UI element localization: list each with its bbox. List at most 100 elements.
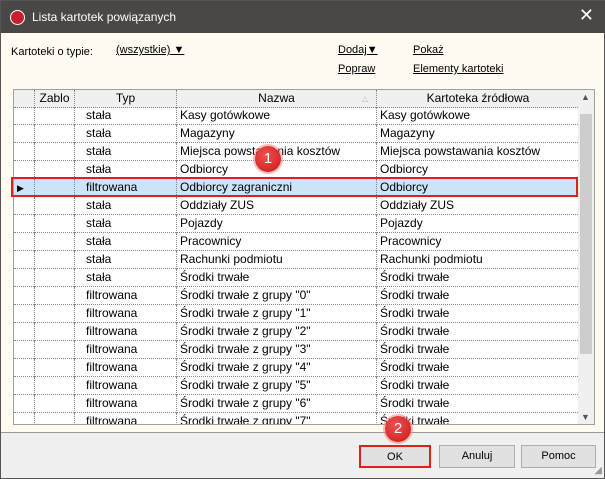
column-header-name[interactable]: Nazwa △	[177, 90, 377, 108]
source-cell: Kasy gotówkowe	[377, 107, 580, 125]
row-indicator[interactable]	[14, 215, 35, 233]
step-badge-1: 1	[255, 146, 281, 172]
blocked-cell	[35, 143, 75, 161]
blocked-cell	[35, 125, 75, 143]
close-icon[interactable]: ✕	[579, 5, 594, 26]
column-header-selector	[14, 90, 35, 108]
row-indicator[interactable]	[14, 377, 35, 395]
table-row[interactable]: stała Kasy gotówkowe Kasy gotówkowe	[14, 107, 580, 125]
table-row[interactable]: stała Rachunki podmiotu Rachunki podmiot…	[14, 251, 580, 269]
table-row[interactable]: filtrowana Środki trwałe z grupy "3" Śro…	[14, 341, 580, 359]
source-cell: Środki trwałe	[377, 341, 580, 359]
blocked-cell	[35, 215, 75, 233]
blocked-cell	[35, 269, 75, 287]
filter-value: (wszystkie)	[116, 44, 171, 56]
window-title: Lista kartotek powiązanych	[32, 10, 177, 24]
add-link[interactable]: Dodaj▼	[338, 44, 378, 56]
selected-row-highlight	[11, 177, 578, 197]
row-indicator[interactable]	[14, 413, 35, 424]
scrollbar-thumb[interactable]	[580, 114, 592, 354]
row-indicator[interactable]	[14, 143, 35, 161]
blocked-cell	[35, 395, 75, 413]
table-header: Zablo Typ Nazwa △ Kartoteka źródłowa	[14, 90, 580, 108]
table-row[interactable]: filtrowana Środki trwałe z grupy "0" Śro…	[14, 287, 580, 305]
filter-label: Kartoteki o typie:	[11, 46, 93, 58]
show-link[interactable]: Pokaż	[413, 44, 444, 56]
table-row[interactable]: filtrowana Środki trwałe z grupy "5" Śro…	[14, 377, 580, 395]
row-indicator[interactable]	[14, 251, 35, 269]
scroll-down-icon[interactable]: ▼	[581, 412, 590, 422]
scroll-up-icon[interactable]: ▲	[581, 92, 590, 102]
dropdown-arrow-icon: ▼	[173, 44, 185, 56]
row-indicator[interactable]	[14, 341, 35, 359]
name-cell: Oddziały ZUS	[177, 197, 377, 215]
row-indicator[interactable]	[14, 395, 35, 413]
add-label: Dodaj	[338, 44, 367, 56]
name-cell: Pojazdy	[177, 215, 377, 233]
title-bar: Lista kartotek powiązanych ✕	[1, 1, 605, 33]
type-cell: filtrowana	[75, 287, 177, 305]
name-cell: Środki trwałe z grupy "0"	[177, 287, 377, 305]
row-indicator[interactable]	[14, 269, 35, 287]
type-cell: stała	[75, 269, 177, 287]
type-cell: filtrowana	[75, 377, 177, 395]
source-cell: Pojazdy	[377, 215, 580, 233]
source-cell: Oddziały ZUS	[377, 197, 580, 215]
ok-button[interactable]: OK	[359, 445, 431, 468]
table-row[interactable]: stała Środki trwałe Środki trwałe	[14, 269, 580, 287]
row-indicator[interactable]	[14, 359, 35, 377]
name-cell: Środki trwałe z grupy "2"	[177, 323, 377, 341]
elements-link[interactable]: Elementy kartoteki	[413, 63, 503, 75]
table-row[interactable]: stała Oddziały ZUS Oddziały ZUS	[14, 197, 580, 215]
blocked-cell	[35, 305, 75, 323]
source-cell: Środki trwałe	[377, 305, 580, 323]
blocked-cell	[35, 197, 75, 215]
column-name-label: Nazwa	[258, 91, 295, 105]
table-row[interactable]: filtrowana Środki trwałe z grupy "4" Śro…	[14, 359, 580, 377]
row-indicator[interactable]	[14, 197, 35, 215]
table-row[interactable]: filtrowana Środki trwałe z grupy "7" Śro…	[14, 413, 580, 424]
source-cell: Środki trwałe	[377, 269, 580, 287]
type-cell: filtrowana	[75, 341, 177, 359]
blocked-cell	[35, 323, 75, 341]
type-cell: filtrowana	[75, 395, 177, 413]
table-row[interactable]: stała Pracownicy Pracownicy	[14, 233, 580, 251]
source-cell: Magazyny	[377, 125, 580, 143]
help-button[interactable]: Pomoc	[521, 445, 596, 468]
edit-link[interactable]: Popraw	[338, 63, 375, 75]
resize-grip-icon[interactable]: ◢	[594, 465, 602, 476]
filter-dropdown[interactable]: (wszystkie) ▼	[116, 44, 184, 56]
table-row[interactable]: stała Magazyny Magazyny	[14, 125, 580, 143]
type-cell: filtrowana	[75, 305, 177, 323]
cancel-button[interactable]: Anuluj	[439, 445, 515, 468]
name-cell: Środki trwałe z grupy "7"	[177, 413, 377, 424]
source-cell: Pracownicy	[377, 233, 580, 251]
table-row[interactable]: filtrowana Środki trwałe z grupy "6" Śro…	[14, 395, 580, 413]
name-cell: Pracownicy	[177, 233, 377, 251]
table-row[interactable]: stała Miejsca powstawania kosztów Miejsc…	[14, 143, 580, 161]
blocked-cell	[35, 359, 75, 377]
type-cell: stała	[75, 125, 177, 143]
type-cell: filtrowana	[75, 323, 177, 341]
name-cell: Środki trwałe z grupy "5"	[177, 377, 377, 395]
table-row[interactable]: stała Pojazdy Pojazdy	[14, 215, 580, 233]
blocked-cell	[35, 251, 75, 269]
row-indicator[interactable]	[14, 233, 35, 251]
table-row[interactable]: filtrowana Środki trwałe z grupy "2" Śro…	[14, 323, 580, 341]
name-cell: Magazyny	[177, 125, 377, 143]
row-indicator[interactable]	[14, 125, 35, 143]
row-indicator[interactable]	[14, 107, 35, 125]
column-header-blocked[interactable]: Zablo	[35, 90, 75, 108]
column-header-type[interactable]: Typ	[75, 90, 177, 108]
row-indicator[interactable]	[14, 287, 35, 305]
name-cell: Kasy gotówkowe	[177, 107, 377, 125]
row-indicator[interactable]	[14, 323, 35, 341]
name-cell: Środki trwałe z grupy "1"	[177, 305, 377, 323]
app-logo-icon	[10, 10, 25, 25]
blocked-cell	[35, 377, 75, 395]
vertical-scrollbar[interactable]: ▲ ▼	[578, 90, 594, 424]
type-cell: stała	[75, 107, 177, 125]
table-row[interactable]: filtrowana Środki trwałe z grupy "1" Śro…	[14, 305, 580, 323]
row-indicator[interactable]	[14, 305, 35, 323]
column-header-source[interactable]: Kartoteka źródłowa	[377, 90, 580, 108]
